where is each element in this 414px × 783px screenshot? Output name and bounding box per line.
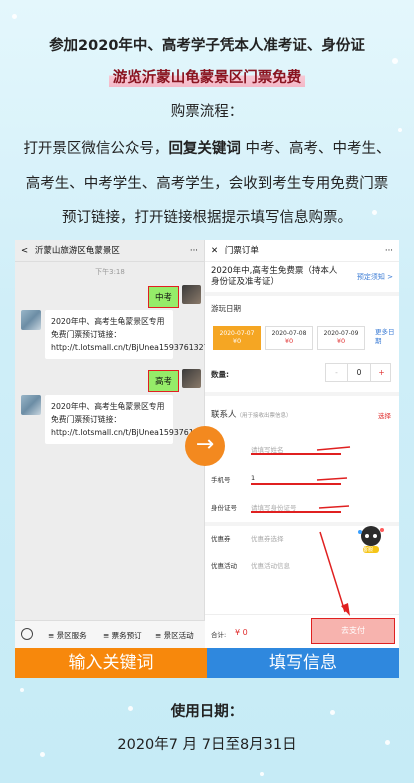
- keyword-emphasis: 回复关键词: [168, 141, 241, 157]
- flow-heading: 购票流程：: [170, 104, 244, 120]
- intro-title: 参加2020年中、高考学子凭本人准考证、身份证: [49, 38, 365, 54]
- promo-wrap: 游览沂蒙山龟蒙景区门票免费: [0, 66, 414, 87]
- promo-highlight: 游览沂蒙山龟蒙景区门票免费: [108, 66, 306, 87]
- instruction-line-3: 预订链接，打开链接根据提示填写信息购票。: [62, 210, 352, 226]
- snow-dot: [12, 14, 17, 19]
- instruction-line-2: 高考生、中考学生、高考学生，会收到考生专用免费门票: [25, 176, 389, 192]
- snow-dot: [260, 772, 264, 776]
- usage-title: 使用日期：: [170, 704, 244, 720]
- snow-dot: [398, 128, 402, 132]
- snow-dot: [392, 58, 398, 64]
- enter-keyword-step: 输入关键词: [15, 648, 207, 678]
- arrow-right-icon: →: [185, 426, 225, 466]
- instruction-line-1: 打开景区微信公众号，回复关键词 中考、高考、中考生、: [0, 137, 414, 158]
- usage-date: 2020年7 月 7日至8月31日: [117, 737, 297, 753]
- screenshot-panel: < 沂蒙山旅游区龟蒙景区 ··· 下午3:18 中考 2020年中、高考生龟蒙景…: [15, 240, 399, 648]
- instruction-text: 打开景区微信公众号，: [23, 141, 169, 157]
- snow-dot: [20, 688, 24, 692]
- fill-info-step: 填写信息: [207, 648, 399, 678]
- instruction-text: 中考、高考、中考生、: [240, 141, 391, 157]
